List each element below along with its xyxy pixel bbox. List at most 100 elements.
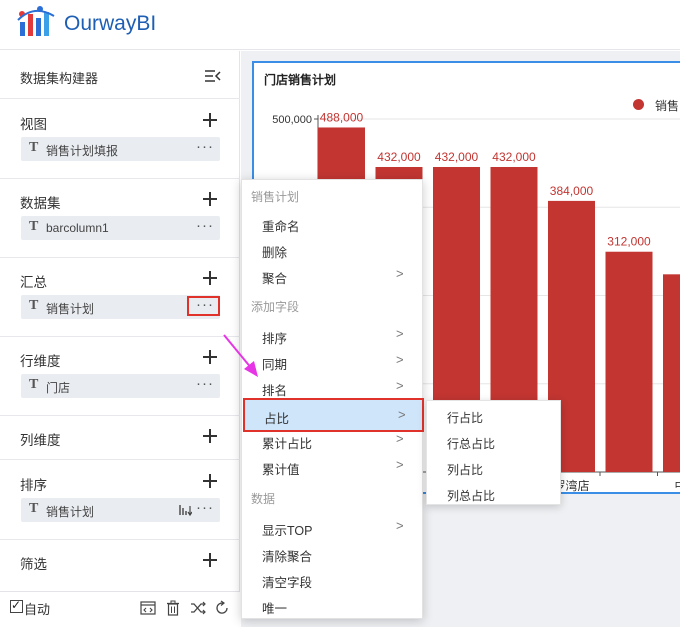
text-field-icon: T (29, 377, 39, 392)
code-icon[interactable] (140, 600, 156, 616)
submenu-label: 列占比 (447, 463, 484, 477)
menu-item-clear-field[interactable]: 清空字段 (242, 566, 424, 592)
menu-label: 累计占比 (262, 437, 313, 451)
data-label: 312,000 (607, 235, 651, 249)
row-dim-chip[interactable]: T 门店 ··· (21, 374, 220, 398)
add-row-dim-button[interactable] (203, 350, 217, 364)
menu-header: 销售计划 (251, 190, 300, 204)
chip-label: 销售计划填报 (46, 144, 119, 158)
menu-label: 占比 (264, 412, 290, 426)
menu-label: 唯一 (262, 602, 288, 616)
annotation-arrow-icon (223, 334, 258, 377)
add-sort-button[interactable] (203, 474, 217, 488)
submenu-label: 列总占比 (447, 489, 496, 503)
menu-item-cumulative-ratio[interactable]: 累计占比 > (242, 427, 424, 453)
menu-item-rename[interactable]: 重命名 (242, 210, 424, 236)
bottom-toolbar: 自动 (0, 591, 240, 627)
menu-label: 删除 (262, 246, 288, 260)
menu-item-delete[interactable]: 删除 (242, 236, 424, 262)
text-field-icon: T (29, 219, 39, 234)
menu-item-cumulative-value[interactable]: 累计值 > (242, 453, 424, 479)
app-brand: OurwayBI (64, 12, 157, 35)
menu-item-unique[interactable]: 唯一 (242, 592, 424, 618)
chevron-right-icon: > (396, 431, 404, 446)
chevron-right-icon: > (396, 457, 404, 472)
divider (0, 178, 240, 179)
app-header: OurwayBI (0, 0, 680, 50)
section-view-label: 视图 (20, 117, 47, 132)
submenu-item-row-total-ratio[interactable]: 行总占比 (427, 429, 562, 453)
chevron-right-icon: > (396, 326, 404, 341)
text-field-icon: T (29, 501, 39, 516)
auto-checkbox[interactable] (10, 598, 23, 613)
divider (0, 336, 240, 337)
sort-chip[interactable]: T 销售计划 ··· (21, 498, 220, 522)
more-icon[interactable]: ··· (196, 217, 214, 234)
menu-label: 排序 (262, 332, 288, 346)
y-tick-label: 500,000 (272, 114, 312, 126)
menu-item-clear-aggregate[interactable]: 清除聚合 (242, 540, 424, 566)
more-icon[interactable]: ··· (196, 499, 214, 516)
section-sort-label: 排序 (20, 478, 47, 493)
trash-icon[interactable] (165, 600, 181, 616)
auto-label: 自动 (24, 602, 51, 617)
highlight-box (187, 296, 220, 316)
menu-label: 聚合 (262, 272, 288, 286)
divider (0, 415, 240, 416)
data-label: 432,000 (492, 150, 536, 164)
section-summary-label: 汇总 (20, 275, 47, 290)
divider (0, 257, 240, 258)
context-menu: 销售计划 重命名 删除 聚合 > 添加字段 排序 > 同期 > 排名 > 占比 > 累计占… (241, 179, 424, 619)
divider (0, 539, 240, 540)
chip-label: 门店 (46, 381, 71, 395)
menu-label: 重命名 (262, 220, 300, 234)
add-col-dim-button[interactable] (203, 429, 217, 443)
section-filter-label: 筛选 (20, 557, 47, 572)
submenu-item-col-ratio[interactable]: 列占比 (427, 455, 562, 479)
submenu-item-row-ratio[interactable]: 行占比 (427, 403, 562, 427)
more-icon[interactable]: ··· (196, 138, 214, 155)
chevron-right-icon: > (396, 266, 404, 281)
menu-label: 清空字段 (262, 576, 313, 590)
data-label: 432,000 (377, 150, 421, 164)
menu-label: 排名 (262, 384, 288, 398)
menu-item-yoy[interactable]: 同期 > (242, 348, 424, 374)
menu-header: 数据 (251, 492, 276, 506)
collapse-panel-icon[interactable] (205, 69, 221, 83)
add-filter-button[interactable] (203, 553, 217, 567)
data-label: 488,000 (320, 110, 364, 124)
chip-label: barcolumn1 (46, 221, 109, 235)
sort-order-icon[interactable] (178, 503, 192, 517)
chevron-right-icon: > (396, 518, 404, 533)
menu-item-sort[interactable]: 排序 > (242, 322, 424, 348)
divider (0, 459, 240, 460)
dataset-chip[interactable]: T barcolumn1 ··· (21, 216, 220, 240)
section-col-dim-label: 列维度 (20, 433, 61, 448)
ourway-logo (17, 6, 55, 36)
add-view-button[interactable] (203, 113, 217, 127)
text-field-icon: T (29, 298, 39, 313)
submenu-label: 行总占比 (447, 437, 496, 451)
shuffle-icon[interactable] (190, 600, 206, 616)
data-label: 432,000 (435, 150, 479, 164)
menu-header: 添加字段 (251, 300, 300, 314)
panel-title: 数据集构建器 (20, 71, 99, 86)
submenu-item-col-total-ratio[interactable]: 列总占比 (427, 481, 562, 505)
menu-item-show-top[interactable]: 显示TOP > (242, 514, 424, 540)
more-icon[interactable]: ··· (196, 375, 214, 392)
chip-label: 销售计划 (46, 302, 95, 316)
menu-item-aggregate[interactable]: 聚合 > (242, 262, 424, 288)
view-chip[interactable]: T 销售计划填报 ··· (21, 137, 220, 161)
menu-item-rank[interactable]: 排名 > (242, 374, 424, 400)
refresh-icon[interactable] (214, 600, 230, 616)
add-dataset-button[interactable] (203, 192, 217, 206)
menu-label: 显示TOP (262, 524, 313, 538)
add-summary-button[interactable] (203, 271, 217, 285)
menu-label: 累计值 (262, 463, 300, 477)
bar (605, 251, 653, 472)
chevron-right-icon: > (396, 378, 404, 393)
divider (0, 98, 240, 99)
chip-label: 销售计划 (46, 505, 95, 519)
section-dataset-label: 数据集 (20, 196, 61, 211)
bar (663, 274, 680, 472)
